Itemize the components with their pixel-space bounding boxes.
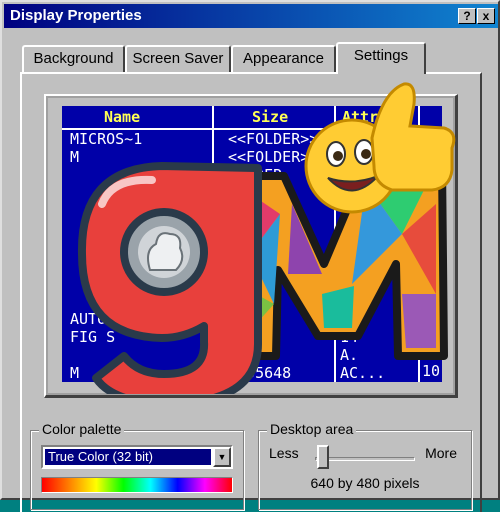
file-size: F — [228, 256, 238, 274]
monitor-screen: Name Size Attri MICROS~1 <<FOLDER>> M <<FOL… — [62, 106, 442, 382]
file-attr: 15 — [340, 238, 359, 256]
resolution-text: 640 by 480 pixels — [310, 475, 420, 491]
chevron-down-icon[interactable]: ▼ — [213, 447, 231, 467]
file-attr: 07 — [340, 220, 359, 238]
desktop-area-group: Desktop area Less More 640 by 480 pixels — [258, 421, 472, 510]
file-name: MICROS~1 — [70, 130, 143, 148]
help-button[interactable]: ? — [458, 8, 476, 24]
window-title: Display Properties — [10, 7, 142, 24]
file-attr: 11 — [340, 292, 359, 310]
file-attr: 14 — [340, 328, 359, 346]
desktop-area-slider-thumb[interactable] — [317, 445, 329, 469]
file-attr: 14 — [340, 256, 359, 274]
column-divider — [334, 106, 336, 382]
column-header-name: Name — [104, 108, 141, 126]
file-size: F — [228, 220, 238, 238]
tab-background[interactable]: Background — [22, 45, 125, 72]
color-palette-label: Color palette — [39, 421, 125, 437]
file-size: FOLDER — [228, 166, 283, 184]
desktop-area-slider-track[interactable] — [315, 457, 415, 461]
file-size: 0 — [228, 346, 238, 364]
column-header-size: Size — [252, 108, 289, 126]
file-size: <<FOLDER>> — [228, 130, 319, 148]
file-name: M — [70, 148, 80, 166]
file-size: <<FOLDER>> — [228, 148, 319, 166]
edge-digits: 10 — [422, 362, 441, 380]
file-name: AUTOEXEC B — [70, 310, 161, 328]
column-header-attr: Attri — [342, 108, 388, 126]
color-palette-select[interactable]: True Color (32 bit) ▼ — [41, 445, 233, 469]
file-attr: A. — [340, 346, 359, 364]
file-size: F — [228, 274, 238, 292]
tab-screen-saver[interactable]: Screen Saver — [125, 45, 231, 72]
file-attr: 14 — [340, 274, 359, 292]
title-bar[interactable]: Display Properties ? x — [4, 4, 498, 28]
close-button[interactable]: x — [477, 8, 495, 24]
monitor-preview: Name Size Attri MICROS~1 <<FOLDER>> M <<FOL… — [44, 94, 458, 398]
desktop-area-label: Desktop area — [267, 421, 357, 437]
file-name: M — [70, 364, 80, 382]
color-spectrum-bar — [41, 477, 233, 493]
file-attr: 14 — [340, 310, 359, 328]
color-palette-value: True Color (32 bit) — [44, 448, 212, 466]
less-label: Less — [269, 445, 299, 461]
file-size: 6555648 — [228, 364, 292, 382]
display-properties-window: Display Properties ? x Background Screen… — [0, 0, 500, 512]
tab-settings[interactable]: Settings — [336, 42, 426, 74]
file-name: FIG S — [70, 328, 116, 346]
file-size: F — [228, 238, 238, 256]
column-divider — [418, 106, 420, 382]
file-attr: AC... — [340, 364, 386, 382]
color-palette-group: Color palette True Color (32 bit) ▼ — [30, 421, 244, 510]
tab-appearance[interactable]: Appearance — [231, 45, 336, 72]
more-label: More — [425, 445, 457, 461]
column-divider — [212, 106, 214, 382]
